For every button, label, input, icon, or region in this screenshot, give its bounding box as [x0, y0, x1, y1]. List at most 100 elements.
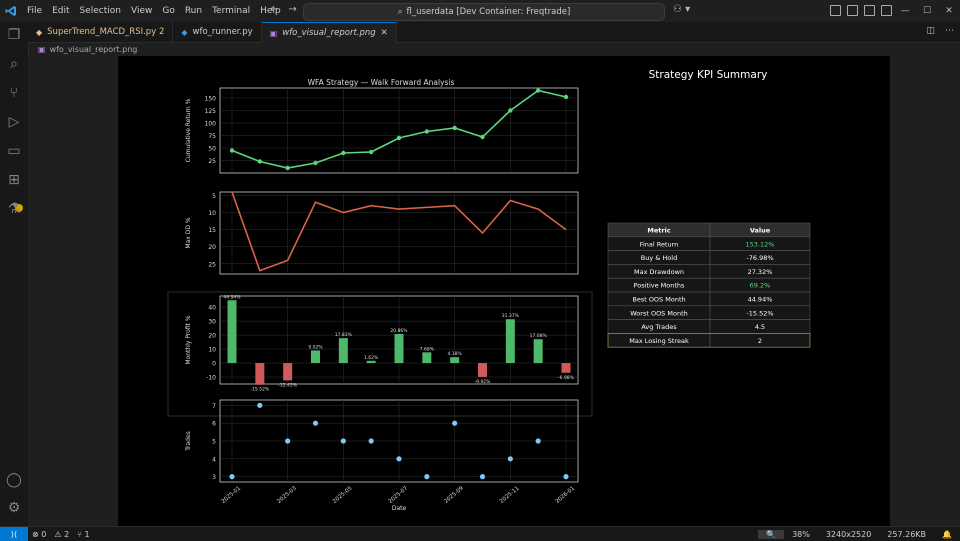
y-tick-label: 5: [212, 439, 216, 446]
y-tick-label: -10: [206, 375, 216, 382]
menu-run[interactable]: Run: [180, 6, 207, 16]
data-point: [257, 159, 263, 164]
bar: [533, 339, 543, 364]
kpi-title: Strategy KPI Summary: [649, 69, 768, 81]
y-tick-label: 10: [208, 210, 216, 217]
settings-gear-icon[interactable]: ⚙: [6, 500, 22, 516]
image-dimensions: 3240x2520: [825, 529, 872, 539]
chart-title: WFA Strategy — Walk Forward Analysis: [308, 78, 455, 87]
account-icon[interactable]: ◯: [6, 472, 22, 488]
close-window-icon[interactable]: ✕: [938, 6, 960, 16]
x-tick-label: 2025-01: [221, 486, 242, 505]
kpi-value: 153.12%: [746, 240, 775, 248]
toggle-primary-sidebar-icon[interactable]: [830, 5, 841, 16]
data-point: [396, 135, 402, 141]
remote-indicator-icon[interactable]: ⟩⟨: [0, 527, 28, 541]
bar: [227, 300, 237, 364]
errors-value: 0: [41, 529, 47, 539]
window-controls: — ☐ ✕: [894, 0, 960, 22]
data-point: [285, 165, 290, 171]
source-control-icon[interactable]: ⑂: [6, 85, 22, 101]
kpi-header-metric: Metric: [647, 227, 670, 235]
data-point: [479, 474, 486, 480]
split-editor-icon[interactable]: ◫: [926, 26, 935, 36]
command-center[interactable]: ⌕ fl_userdata [Dev Container: Freqtrade]: [303, 3, 665, 21]
data-point: [508, 108, 513, 113]
more-actions-icon[interactable]: ⋯: [945, 26, 954, 36]
bar: [394, 333, 404, 364]
kpi-value: 44.94%: [748, 296, 773, 304]
minimize-icon[interactable]: —: [894, 6, 916, 16]
problems-indicator[interactable]: ⊗ 0 ⚠ 2 ⑂ 1: [28, 530, 90, 539]
y-tick-label: 30: [208, 319, 216, 326]
kpi-metric: Max Drawdown: [634, 268, 684, 276]
editor-tabs: ◆ SuperTrend_MACD_RSI.py 2 ◆ wfo_runner.…: [28, 22, 960, 43]
close-tab-icon[interactable]: ✕: [381, 28, 388, 38]
tab-wfo-runner[interactable]: ◆ wfo_runner.py: [173, 22, 262, 42]
tab-wfo-visual-report[interactable]: ▣ wfo_visual_report.png ✕: [261, 22, 397, 43]
charts-group: 255075100125150Cumulative Return %510152…: [167, 87, 593, 512]
bar: [422, 352, 432, 364]
testing-icon[interactable]: ⚗: [6, 201, 22, 217]
bar: [505, 319, 515, 364]
data-point: [229, 148, 235, 153]
tab-label: wfo_runner.py: [192, 27, 253, 37]
copilot-icon[interactable]: ⚇ ▾: [673, 4, 690, 15]
menu-terminal[interactable]: Terminal: [207, 6, 255, 16]
data-point: [396, 456, 402, 462]
python-icon: ◆: [36, 27, 43, 37]
data-point: [535, 438, 541, 444]
y-tick-label: 20: [208, 244, 216, 251]
explorer-icon[interactable]: ❐: [6, 27, 22, 43]
ports-count: ⑂ 1: [77, 529, 90, 539]
y-tick-label: 15: [208, 227, 216, 234]
y-tick-label: 20: [208, 333, 216, 340]
menu-view[interactable]: View: [126, 6, 157, 16]
bar: [450, 357, 460, 364]
y-axis-label: Monthly Profit %: [185, 315, 192, 364]
zoom-magnifier-icon[interactable]: 🔍: [758, 529, 785, 539]
breadcrumb-file[interactable]: wfo_visual_report.png: [50, 45, 138, 54]
data-point: [452, 125, 457, 131]
y-tick-label: 3: [212, 474, 216, 481]
data-point: [452, 420, 458, 426]
bar: [255, 363, 265, 385]
bar-label: -12.45%: [278, 382, 298, 388]
bar-label: 7.68%: [420, 346, 435, 352]
tab-supertrend[interactable]: ◆ SuperTrend_MACD_RSI.py 2: [28, 22, 174, 42]
kpi-value: 2: [758, 337, 762, 345]
forward-arrow-icon[interactable]: →: [288, 4, 296, 15]
data-point: [507, 456, 513, 462]
maximize-icon[interactable]: ☐: [916, 6, 938, 16]
x-tick-label: 2025-11: [499, 486, 520, 505]
bar-label: 31.37%: [502, 313, 520, 319]
notifications-bell-icon[interactable]: 🔔: [934, 530, 960, 539]
error-count: ⊗ 0: [32, 529, 47, 539]
y-axis-label: Cumulative Return %: [185, 98, 192, 162]
menu-edit[interactable]: Edit: [47, 6, 74, 16]
kpi-value: -76.98%: [746, 254, 773, 262]
menu-go[interactable]: Go: [157, 6, 179, 16]
back-arrow-icon[interactable]: ←: [270, 4, 278, 15]
run-debug-icon[interactable]: ▷: [6, 114, 22, 130]
toggle-secondary-sidebar-icon[interactable]: [864, 5, 875, 16]
data-point: [340, 438, 346, 444]
report-image: WFA Strategy — Walk Forward Analysis Str…: [118, 56, 890, 526]
activity-bar: ❐ ⌕ ⑂ ▷ ▭ ⊞ ⚗ ◯ ⚙: [0, 22, 29, 526]
search-view-icon[interactable]: ⌕: [6, 56, 22, 72]
warnings-value: 2: [64, 529, 70, 539]
kpi-table: Metric Value Final Return 153.12% Buy & Hold…: [607, 222, 811, 348]
extensions-icon[interactable]: ⊞: [6, 172, 22, 188]
zoom-level[interactable]: 38%: [784, 530, 818, 539]
menu-selection[interactable]: Selection: [75, 6, 126, 16]
kpi-header-value: Value: [750, 227, 771, 235]
remote-explorer-icon[interactable]: ▭: [6, 143, 22, 159]
data-point: [563, 94, 569, 100]
menu-file[interactable]: File: [22, 6, 47, 16]
bar-label: 1.62%: [364, 355, 379, 361]
toggle-panel-icon[interactable]: [847, 5, 858, 16]
tab-label: SuperTrend_MACD_RSI.py 2: [47, 27, 165, 37]
customize-layout-icon[interactable]: [881, 5, 892, 16]
warning-count: ⚠ 2: [54, 529, 70, 539]
bar-label: 20.86%: [390, 328, 408, 334]
